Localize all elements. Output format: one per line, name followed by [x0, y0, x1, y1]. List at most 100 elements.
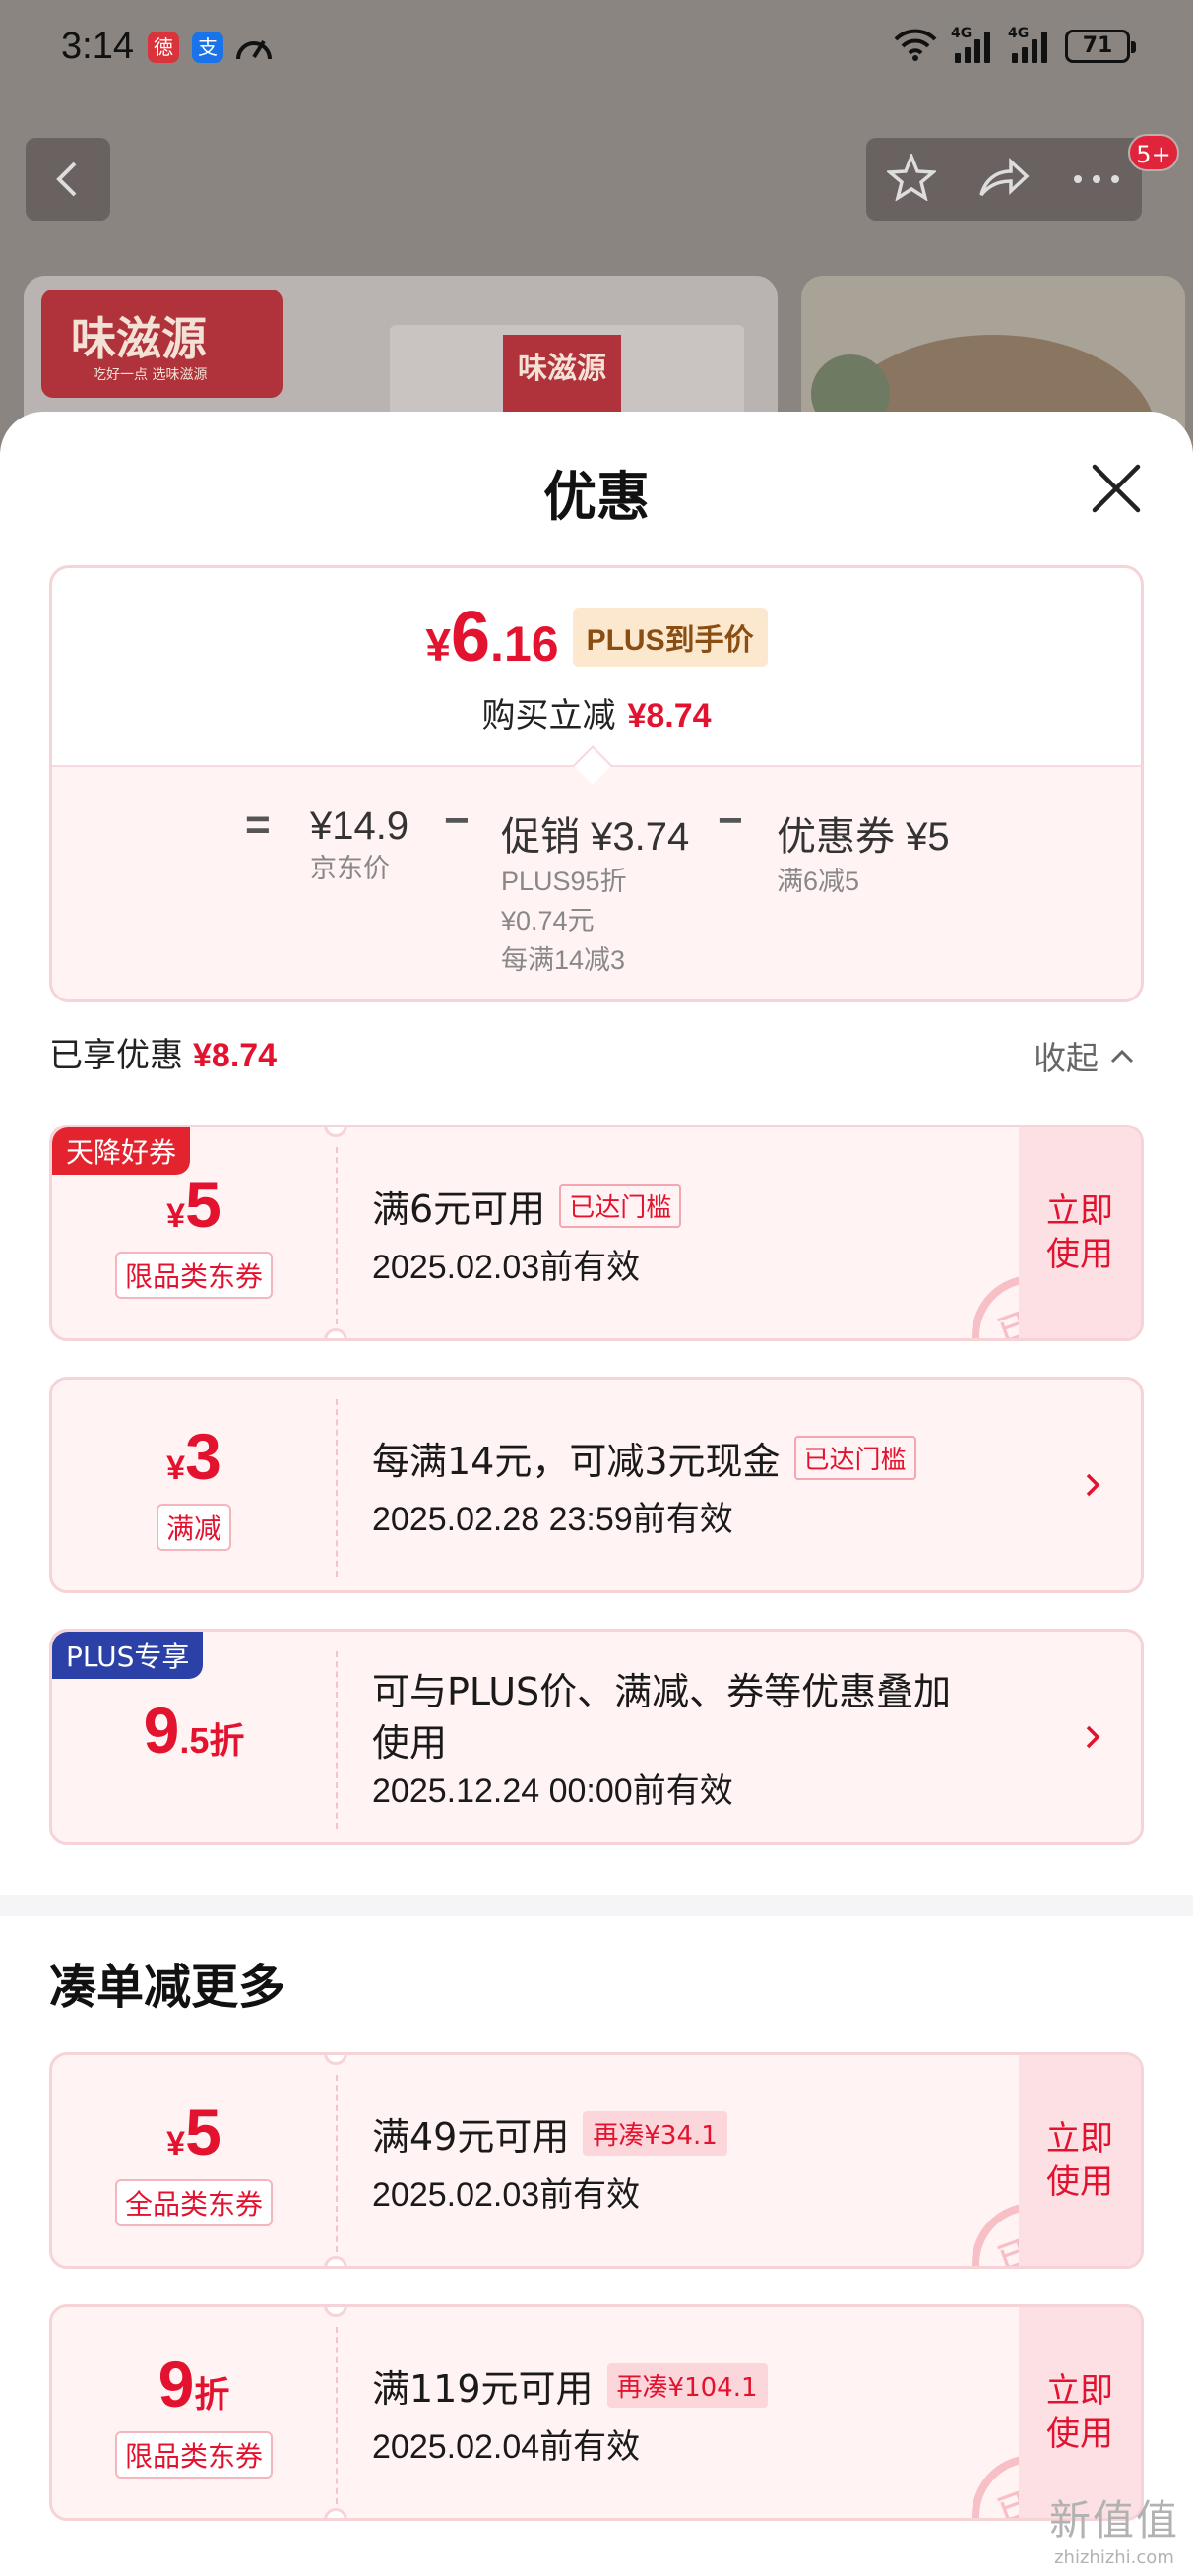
- coupon-currency: ¥: [166, 2125, 186, 2162]
- back-button[interactable]: [26, 138, 110, 221]
- coupon-value-area: 9折 限品类东券: [52, 2307, 336, 2518]
- coupon-amount: ¥3: [52, 1419, 336, 1494]
- add-more-tag: 再凑¥34.1: [583, 2111, 727, 2156]
- enjoyed-discount-value: ¥8.74: [193, 1037, 278, 1074]
- close-button[interactable]: [1087, 459, 1146, 518]
- watermark-url: zhizhizhi.com: [1054, 2547, 1174, 2568]
- coupon-validity: 2025.02.03前有效: [372, 2176, 641, 2214]
- status-time: 3:14: [61, 26, 134, 67]
- threshold-reached-tag: 已达门槛: [559, 1184, 682, 1228]
- coupon-validity: 2025.02.04前有效: [372, 2428, 641, 2466]
- section-divider: [0, 1895, 1193, 1916]
- more-dots-icon[interactable]: [1072, 170, 1121, 189]
- price-summary-card: ¥6.16 PLUS到手价 购买立减 ¥8.74 = ¥14.9 京东价 − 促销…: [49, 565, 1144, 1002]
- final-price-currency: ¥: [425, 619, 451, 671]
- watermark-logo: 新值值: [1048, 2496, 1179, 2544]
- coupon-divider: [336, 1399, 338, 1577]
- chevron-left-icon: [56, 161, 77, 197]
- collapse-button[interactable]: 收起: [1034, 1032, 1134, 1079]
- coupon-block: 优惠券 ¥5 满6减5: [777, 805, 950, 901]
- coupon-corner-tag: 天降好券: [52, 1127, 191, 1175]
- use-now-button[interactable]: 立即使用: [1019, 2055, 1141, 2266]
- top-action-group: [866, 138, 1142, 221]
- coupon-type-tag: 限品类东券: [114, 2431, 274, 2479]
- promo-block: 促销 ¥3.74 PLUS95折 ¥0.74元 每满14减3: [501, 805, 689, 980]
- collapse-label: 收起: [1034, 1039, 1099, 1077]
- product-page-background: 3:14 徳 支 4G 4G 71 5+ 味滋源 吃好一点 选味滋源 味滋源: [0, 0, 1193, 453]
- coupon-card-all-category[interactable]: ¥5 全品类东券 满49元可用 再凑¥34.1 2025.02.03前有效 已领…: [49, 2052, 1144, 2269]
- coupon-amount: 9折: [52, 2347, 336, 2421]
- star-icon[interactable]: [885, 152, 938, 205]
- coupon-condition: 满6元可用 已达门槛: [372, 1179, 682, 1233]
- coupon-notch-bottom: [324, 2508, 347, 2518]
- speed-gauge-icon: [234, 30, 274, 69]
- equals-sign: =: [245, 801, 271, 849]
- use-now-button[interactable]: 立即使用: [1019, 2307, 1141, 2518]
- coupon-label: 优惠券: [777, 815, 895, 859]
- final-price-row: ¥6.16 PLUS到手价: [52, 602, 1141, 673]
- coupon-card-full-reduction[interactable]: ¥3 满减 每满14元，可减3元现金 已达门槛 2025.02.28 23:59…: [49, 1377, 1144, 1593]
- coupon-card-sky[interactable]: 天降好券 ¥5 限品类东券 满6元可用 已达门槛 2025.02.03前有效 已…: [49, 1125, 1144, 1341]
- signal-icon-2: 4G: [1008, 26, 1051, 63]
- coupon-condition: 满49元可用 再凑¥34.1: [372, 2106, 727, 2160]
- promo-detail-amount: ¥0.74元: [501, 906, 595, 935]
- enjoyed-discount-label: 已享优惠: [49, 1036, 183, 1075]
- plus-exclusive-tag: PLUS专享: [52, 1632, 204, 1679]
- coupon-notch-bottom: [324, 2256, 347, 2266]
- threshold-reached-tag: 已达门槛: [793, 1436, 916, 1480]
- coupon-detail: 满6减5: [777, 867, 860, 896]
- use-now-button[interactable]: 立即使用: [1019, 1127, 1141, 1338]
- coupon-value-area: ¥3 满减: [52, 1380, 336, 1590]
- coupon-notch-bottom: [324, 1328, 347, 1338]
- close-icon: [1092, 464, 1141, 513]
- coupon-type-tag: 满减: [156, 1504, 232, 1551]
- use-now-label: 立即使用: [1046, 2371, 1113, 2454]
- enjoyed-discount-row: 已享优惠 ¥8.74: [49, 1028, 277, 1076]
- battery-indicator: 71: [1065, 30, 1136, 63]
- network-type-label-1: 4G: [951, 26, 973, 41]
- coupon-amount: 9.5折: [52, 1693, 336, 1768]
- final-price: ¥6.16: [425, 602, 558, 673]
- coupon-amount-number: 5: [185, 2095, 221, 2168]
- final-price-decimal: .16: [490, 616, 559, 672]
- site-watermark: 新值值 zhizhizhi.com: [1049, 2487, 1179, 2568]
- coupon-condition: 每满14元，可减3元现金 已达门槛: [372, 1431, 916, 1485]
- promo-detail-plus: PLUS95折: [501, 867, 627, 896]
- coupon-validity: 2025.12.24 00:00前有效: [372, 1772, 733, 1810]
- reduce-value: ¥8.74: [627, 697, 712, 735]
- coupon-amount-number: 3: [185, 1420, 221, 1493]
- coupon-card-plus-discount[interactable]: PLUS专享 9.5折 可与PLUS价、满减、券等优惠叠加 使用 2025.12…: [49, 1629, 1144, 1845]
- wifi-icon: [894, 28, 937, 65]
- coupon-condition-text: 满6元可用: [372, 1188, 546, 1231]
- coupon-amount-number: 9: [157, 2348, 195, 2420]
- use-now-label: 立即使用: [1046, 2119, 1113, 2202]
- coupon-value: ¥5: [906, 815, 950, 859]
- plus-price-tag: PLUS到手价: [572, 608, 768, 667]
- coupon-divider: [336, 2327, 338, 2504]
- share-icon[interactable]: [977, 156, 1031, 203]
- brand-slogan: 吃好一点 选味滋源: [93, 367, 208, 383]
- minus-sign-1: −: [444, 797, 470, 845]
- promo-label: 促销: [501, 815, 580, 859]
- coupon-amount-suffix: 折: [194, 2374, 230, 2415]
- coupon-type-tag: 限品类东券: [114, 1252, 274, 1299]
- coupon-condition-line-2: 使用: [372, 1721, 448, 1765]
- package-logo: 味滋源: [503, 335, 621, 423]
- coupon-condition-text: 满49元可用: [372, 2115, 570, 2158]
- chevron-up-icon: [1110, 1049, 1134, 1063]
- coupon-amount: ¥5: [52, 2094, 336, 2169]
- coupon-divider: [336, 2075, 338, 2252]
- chevron-right-icon: [1086, 1473, 1100, 1497]
- promo-detail-full-reduction: 每满14减3: [501, 945, 626, 975]
- discount-sheet: 优惠 ¥6.16 PLUS到手价 购买立减 ¥8.74 = ¥14.9 京东价 −…: [0, 412, 1193, 2576]
- coupon-amount-suffix: .5折: [179, 1720, 245, 1761]
- coupon-condition: 满119元可用 再凑¥104.1: [372, 2358, 768, 2413]
- coupon-divider: [336, 1147, 338, 1324]
- jd-price-value: ¥14.9: [310, 805, 409, 848]
- jd-price-label: 京东价: [310, 854, 390, 883]
- coupon-divider: [336, 1651, 338, 1829]
- brand-logo: 味滋源 吃好一点 选味滋源: [41, 290, 283, 398]
- alipay-notification-icon: 支: [192, 32, 223, 63]
- coupon-card-category-discount[interactable]: 9折 限品类东券 满119元可用 再凑¥104.1 2025.02.04前有效 …: [49, 2304, 1144, 2521]
- coupon-currency: ¥: [166, 1449, 186, 1487]
